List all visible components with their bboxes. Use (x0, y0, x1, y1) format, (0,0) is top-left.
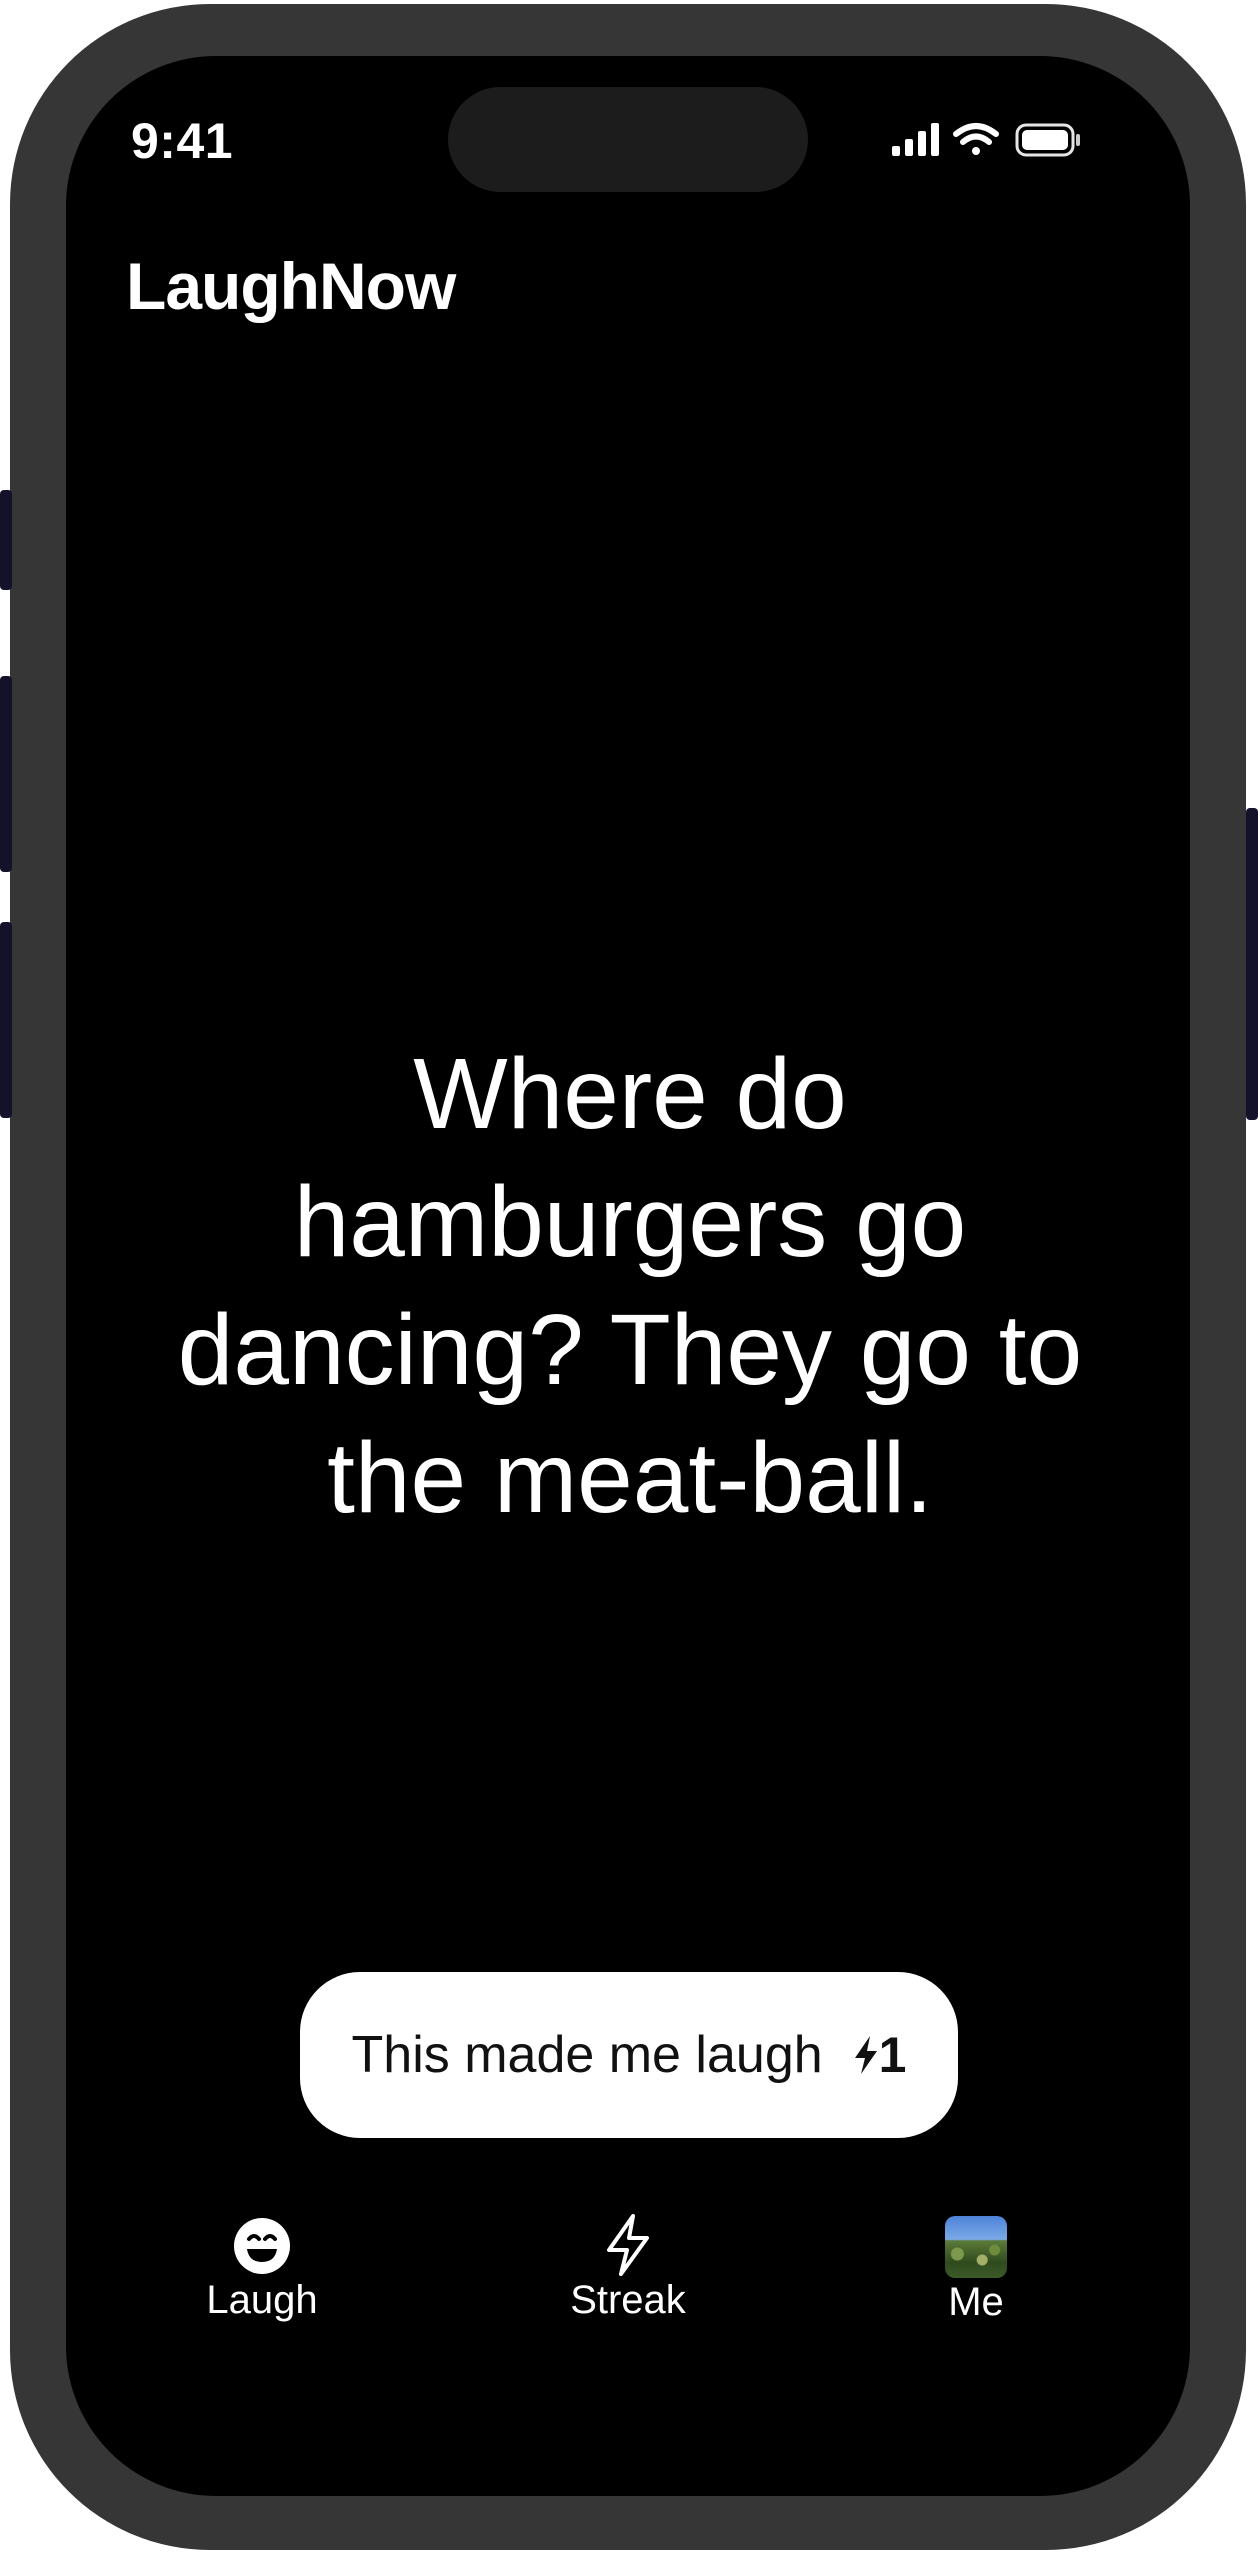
battery-icon (1015, 123, 1080, 157)
joke-text: Where do hamburgers go dancing? They go … (177, 1038, 1083, 1534)
status-icons (892, 120, 1092, 160)
app-screen: 9:41 LaughNow Where do hamburgers go dan… (66, 56, 1190, 2496)
power-button (1246, 808, 1258, 1120)
nav-item-laugh[interactable]: Laugh (202, 2216, 322, 2323)
cellular-signal-icon (892, 123, 939, 156)
smiley-icon (234, 2218, 290, 2274)
lightning-icon (607, 2214, 649, 2276)
nav-item-streak[interactable]: Streak (558, 2214, 698, 2323)
laugh-delta: 1 (853, 2026, 907, 2084)
dynamic-island (448, 87, 808, 192)
laugh-delta-value: 1 (878, 2027, 907, 2083)
nav-label-me: Me (948, 2280, 1004, 2324)
laugh-button[interactable]: This made me laugh 1 (300, 1972, 958, 2138)
volume-down-button (0, 922, 12, 1118)
wifi-icon (953, 123, 999, 155)
action-button (0, 490, 12, 590)
avatar (945, 2216, 1007, 2278)
nav-label-streak: Streak (570, 2278, 686, 2322)
laugh-button-label: This made me laugh (351, 2026, 823, 2084)
nav-label-laugh: Laugh (206, 2278, 318, 2322)
volume-up-button (0, 676, 12, 872)
app-title: LaughNow (126, 249, 456, 323)
nav-item-me[interactable]: Me (936, 2216, 1016, 2325)
lightning-icon (854, 2036, 877, 2074)
status-time: 9:41 (131, 113, 234, 169)
